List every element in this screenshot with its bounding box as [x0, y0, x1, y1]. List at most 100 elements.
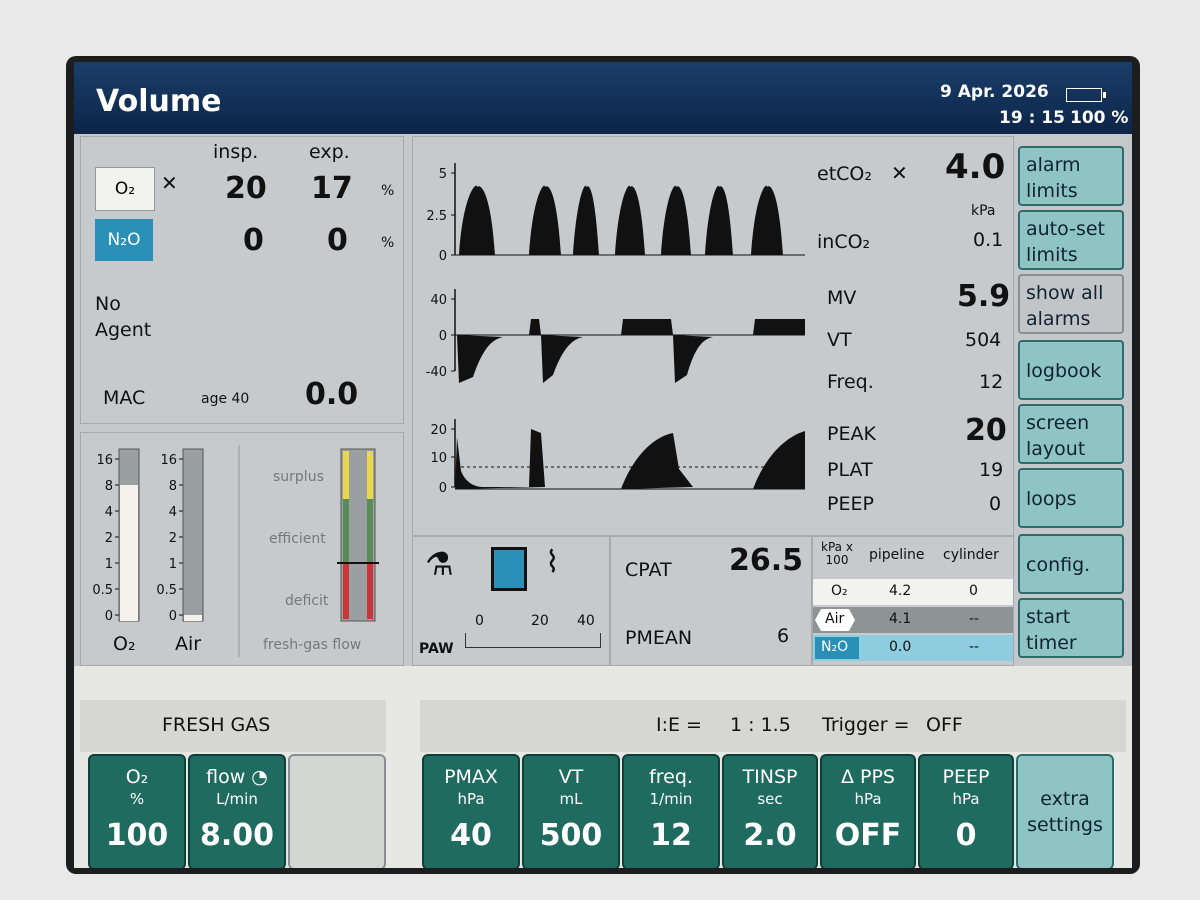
o2-percent-button[interactable]: O₂ % 100 — [88, 754, 186, 868]
inco2-value: 0.1 — [973, 229, 1004, 251]
delta-pps-button[interactable]: Δ PPS hPa OFF — [820, 754, 916, 868]
inco2-label: inCO₂ — [817, 231, 871, 253]
vt-button[interactable]: VT mL 500 — [522, 754, 620, 868]
vent-header: I:E = 1 : 1.5 Trigger = OFF — [420, 700, 1126, 752]
deficit-zone — [343, 563, 349, 619]
delta-pps-unit: hPa — [854, 790, 882, 808]
freq-label: Freq. — [827, 371, 874, 393]
fresh-gas-title: FRESH GAS — [162, 714, 271, 736]
paw-tick: 20 — [430, 423, 447, 438]
o2-exp: 17 — [311, 171, 353, 206]
air-tick: 1 — [169, 557, 177, 572]
air-tick: 4 — [169, 505, 177, 520]
paw-tick: 0 — [439, 481, 447, 496]
pmax-unit: hPa — [457, 790, 485, 808]
supply-pipeline: 4.1 — [889, 611, 912, 627]
supply-pipeline: 4.2 — [889, 583, 912, 599]
o2-button-unit: % — [129, 790, 145, 808]
show-all-alarms-button[interactable]: show all alarms — [1018, 274, 1124, 334]
n2o-label: N₂O — [107, 230, 141, 250]
flow-waveform — [457, 319, 805, 383]
o2-tick: 0 — [105, 609, 113, 624]
supply-pipeline: 0.0 — [889, 639, 912, 655]
flow-button-label: flow — [206, 766, 246, 788]
o2-tick: 2 — [105, 531, 113, 546]
supply-panel: kPa x 100 pipeline cylinder O₂ 4.2 0 Air… — [812, 536, 1014, 666]
air-tick: 16 — [160, 453, 177, 468]
mode-title: Volume — [96, 84, 222, 119]
auto-set-limits-button[interactable]: auto-set limits — [1018, 210, 1124, 270]
n2o-exp: 0 — [327, 223, 348, 258]
empty-fresh-gas-button[interactable] — [288, 754, 386, 868]
waveform-graphic: 5 2.5 0 40 0 -40 20 10 0 — [426, 163, 805, 496]
pmean-value: 6 — [777, 625, 790, 647]
vt-button-value: 500 — [539, 818, 603, 853]
efficient-label: efficient — [269, 531, 326, 547]
age-label: age 40 — [201, 391, 250, 407]
paw-panel: ⚗ ⌇ 0 20 40 PAW — [412, 536, 610, 666]
supply-unit: kPa x 100 — [821, 540, 853, 567]
supply-cylinder: 0 — [969, 583, 978, 599]
surplus-label: surplus — [273, 469, 324, 485]
cpat-label: CPAT — [625, 559, 672, 581]
supply-cylinder: -- — [969, 639, 980, 655]
o2-tick: 0.5 — [92, 583, 113, 598]
flow-button[interactable]: flow ◔ L/min 8.00 — [188, 754, 286, 868]
time: 19 : 15 — [999, 108, 1065, 128]
vt-button-unit: mL — [559, 790, 583, 808]
delta-pps-label: Δ PPS — [840, 766, 895, 788]
vt-label: VT — [827, 329, 852, 351]
plat-value: 19 — [979, 459, 1004, 481]
freq-button[interactable]: freq. 1/min 12 — [622, 754, 720, 868]
efficient-zone — [367, 499, 373, 563]
mac-value: 0.0 — [305, 377, 359, 412]
mac-label: MAC — [103, 387, 146, 409]
alarm-limits-button[interactable]: alarm limits — [1018, 146, 1124, 206]
etco2-unit: kPa — [971, 203, 996, 219]
air-tick: 0 — [169, 609, 177, 624]
air-tick: 8 — [169, 479, 177, 494]
bellows-icon — [491, 547, 527, 591]
cylinder-header: cylinder — [943, 547, 999, 563]
flow-button-value: 8.00 — [199, 818, 275, 853]
air-tick: 0.5 — [156, 583, 177, 598]
logbook-button[interactable]: logbook — [1018, 340, 1124, 400]
fgf-label: fresh-gas flow — [263, 637, 362, 653]
supply-row-n2o: N₂O 0.0 -- — [813, 635, 1013, 661]
screen-layout-button[interactable]: screen layout — [1018, 404, 1124, 464]
o2-label-box: O₂ — [95, 167, 155, 211]
exp-header: exp. — [309, 141, 350, 163]
supply-row-air: Air 4.1 -- — [813, 607, 1013, 633]
etco2-value: 4.0 — [945, 147, 1006, 187]
pmax-value: 40 — [450, 818, 492, 853]
cpat-value: 26.5 — [729, 543, 804, 578]
o2-level — [120, 485, 138, 621]
flow-tick: 0 — [439, 329, 447, 344]
agent-status: No Agent — [95, 293, 152, 341]
o2-label: O₂ — [114, 179, 136, 199]
efficient-zone — [343, 499, 349, 563]
supply-row-o2: O₂ 4.2 0 — [813, 579, 1013, 605]
trigger-value: OFF — [926, 714, 963, 736]
waveform-panel: 5 2.5 0 40 0 -40 20 10 0 etCO₂ ✕ 4.0 kPa inCO₂ 0… — [412, 136, 1014, 536]
peep-button[interactable]: PEEP hPa 0 — [918, 754, 1014, 868]
extra-settings-button[interactable]: extra settings — [1016, 754, 1114, 868]
trigger-label: Trigger = — [822, 714, 910, 736]
paw-tick: 10 — [430, 451, 447, 466]
freq-button-unit: 1/min — [649, 790, 693, 808]
peep-button-value: 0 — [955, 818, 977, 853]
paw-waveform — [455, 429, 805, 489]
pmax-button[interactable]: PMAX hPa 40 — [422, 754, 520, 868]
compliance-panel: CPAT 26.5 PMEAN 6 — [610, 536, 812, 666]
o2-tick: 8 — [105, 479, 113, 494]
sensor-off-icon: ✕ — [161, 171, 178, 195]
start-timer-button[interactable]: start timer — [1018, 598, 1124, 658]
deficit-zone — [367, 563, 373, 619]
vt-button-label: VT — [558, 766, 584, 788]
config-button[interactable]: config. — [1018, 534, 1124, 594]
title-bar: Volume 9 Apr. 2026 19 : 15 100 % — [74, 62, 1132, 134]
peep-label: PEEP — [827, 493, 874, 515]
o2-flow-label: O₂ — [113, 633, 136, 655]
tinsp-button[interactable]: TINSP sec 2.0 — [722, 754, 818, 868]
loops-button[interactable]: loops — [1018, 468, 1124, 528]
